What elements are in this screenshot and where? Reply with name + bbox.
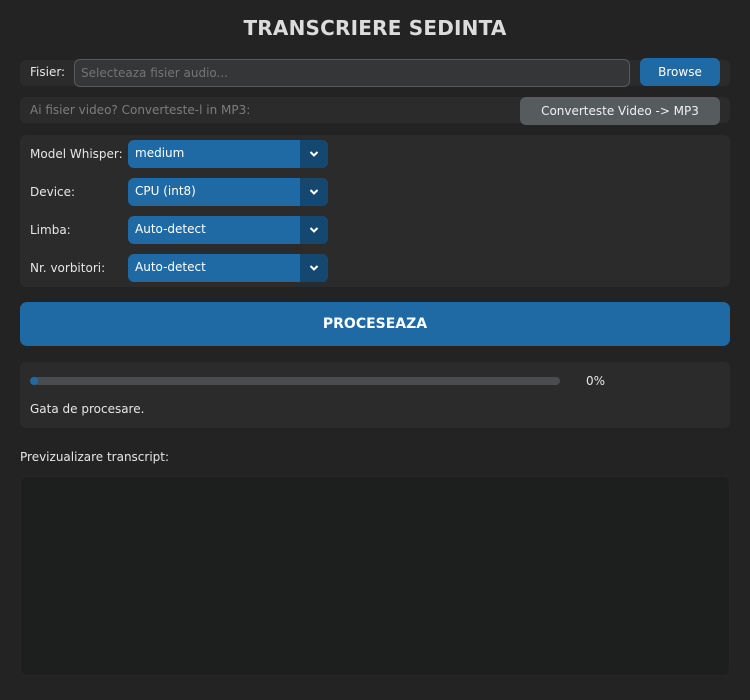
device-value: CPU (int8) <box>135 184 196 198</box>
settings-panel: Model Whisper: medium Device: CPU (int8)… <box>20 135 730 287</box>
chevron-down-icon <box>309 151 319 157</box>
language-label: Limba: <box>30 223 71 237</box>
device-dropdown-button[interactable] <box>300 178 328 206</box>
process-button[interactable]: PROCESEAZA <box>20 302 730 346</box>
file-label: Fisier: <box>30 65 66 79</box>
transcript-preview-textbox[interactable] <box>20 476 730 676</box>
progress-percent: 0% <box>586 374 606 388</box>
chevron-down-icon <box>309 265 319 271</box>
app-title: TRANSCRIERE SEDINTA <box>243 16 507 40</box>
convert-hint: Ai fisier video? Converteste-l in MP3: <box>30 103 251 117</box>
model-dropdown-button[interactable] <box>300 140 328 168</box>
language-value: Auto-detect <box>135 222 206 236</box>
chevron-down-icon <box>309 189 319 195</box>
progress-fill <box>30 377 38 385</box>
model-select[interactable]: medium <box>128 140 328 168</box>
progress-panel: 0% Gata de procesare. <box>20 362 730 428</box>
speakers-value: Auto-detect <box>135 260 206 274</box>
model-value: medium <box>135 146 185 160</box>
convert-row: Ai fisier video? Converteste-l in MP3: C… <box>20 97 730 125</box>
speakers-label: Nr. vorbitori: <box>30 261 106 275</box>
file-row: Fisier: Browse <box>20 58 730 87</box>
language-select[interactable]: Auto-detect <box>128 216 328 244</box>
app-window: TRANSCRIERE SEDINTA Fisier: Browse Ai fi… <box>0 0 750 700</box>
language-dropdown-button[interactable] <box>300 216 328 244</box>
speakers-dropdown-button[interactable] <box>300 254 328 282</box>
progress-bar <box>30 377 560 385</box>
model-label: Model Whisper: <box>30 147 123 161</box>
status-text: Gata de procesare. <box>30 402 145 416</box>
device-select[interactable]: CPU (int8) <box>128 178 328 206</box>
file-path-input[interactable] <box>74 59 630 87</box>
device-label: Device: <box>30 185 76 199</box>
speakers-select[interactable]: Auto-detect <box>128 254 328 282</box>
convert-video-button[interactable]: Converteste Video -> MP3 <box>520 97 720 125</box>
browse-button[interactable]: Browse <box>640 58 720 86</box>
preview-label: Previzualizare transcript: <box>20 450 170 464</box>
chevron-down-icon <box>309 227 319 233</box>
